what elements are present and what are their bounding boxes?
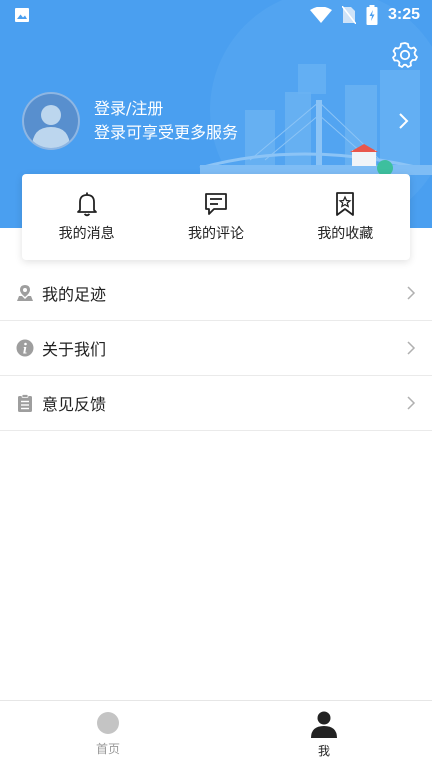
settings-button[interactable]: [390, 40, 420, 70]
login-register-label: 登录/注册: [94, 99, 164, 118]
bell-icon: [76, 192, 97, 217]
chevron-right-icon: [407, 396, 416, 410]
status-bar: 3:25: [0, 0, 432, 30]
menu-label-about-us: 关于我们: [42, 340, 107, 359]
tab-home-label: 首页: [95, 742, 120, 756]
bookmark-star-icon: [336, 192, 355, 216]
my-comments-button[interactable]: 我的评论: [151, 174, 280, 260]
avatar: [22, 92, 80, 150]
gear-icon: [392, 42, 418, 68]
my-favorites-button[interactable]: 我的收藏: [281, 174, 410, 260]
my-messages-button[interactable]: 我的消息: [22, 174, 151, 260]
location-pin-icon: [16, 284, 34, 302]
comment-icon: [205, 193, 227, 215]
login-benefit-text: 登录可享受更多服务: [94, 123, 239, 142]
chevron-right-icon: [407, 341, 416, 355]
status-time: 3:25: [387, 6, 420, 23]
home-icon: [97, 712, 119, 734]
gallery-icon: [15, 8, 29, 22]
login-profile-row[interactable]: 登录/注册 登录可享受更多服务: [22, 90, 416, 152]
info-icon: [16, 339, 34, 357]
wifi-icon: [309, 7, 332, 23]
user-avatar-icon: [32, 105, 70, 148]
tab-me[interactable]: 我: [216, 701, 432, 768]
my-favorites-label: 我的收藏: [317, 226, 374, 242]
bottom-tab-bar: 首页 我: [0, 700, 432, 768]
menu-item-feedback[interactable]: 意见反馈: [0, 376, 432, 431]
menu-item-about-us[interactable]: 关于我们: [0, 321, 432, 376]
battery-charging-icon: [366, 5, 378, 25]
no-sim-icon: [341, 6, 356, 24]
my-messages-label: 我的消息: [58, 226, 115, 242]
tab-me-label: 我: [317, 744, 330, 758]
menu-label-feedback: 意见反馈: [42, 395, 107, 414]
quick-actions-card: 我的消息 我的评论 我的收藏: [22, 174, 410, 260]
tab-home[interactable]: 首页: [0, 701, 216, 768]
menu-label-footprints: 我的足迹: [42, 285, 107, 304]
user-icon: [311, 711, 337, 738]
settings-menu-list: 我的足迹 关于我们 意见反馈: [0, 266, 432, 431]
chevron-right-icon: [399, 113, 409, 129]
clipboard-icon: [16, 394, 34, 412]
chevron-right-icon: [407, 286, 416, 300]
my-comments-label: 我的评论: [187, 226, 244, 242]
menu-item-footprints[interactable]: 我的足迹: [0, 266, 432, 321]
